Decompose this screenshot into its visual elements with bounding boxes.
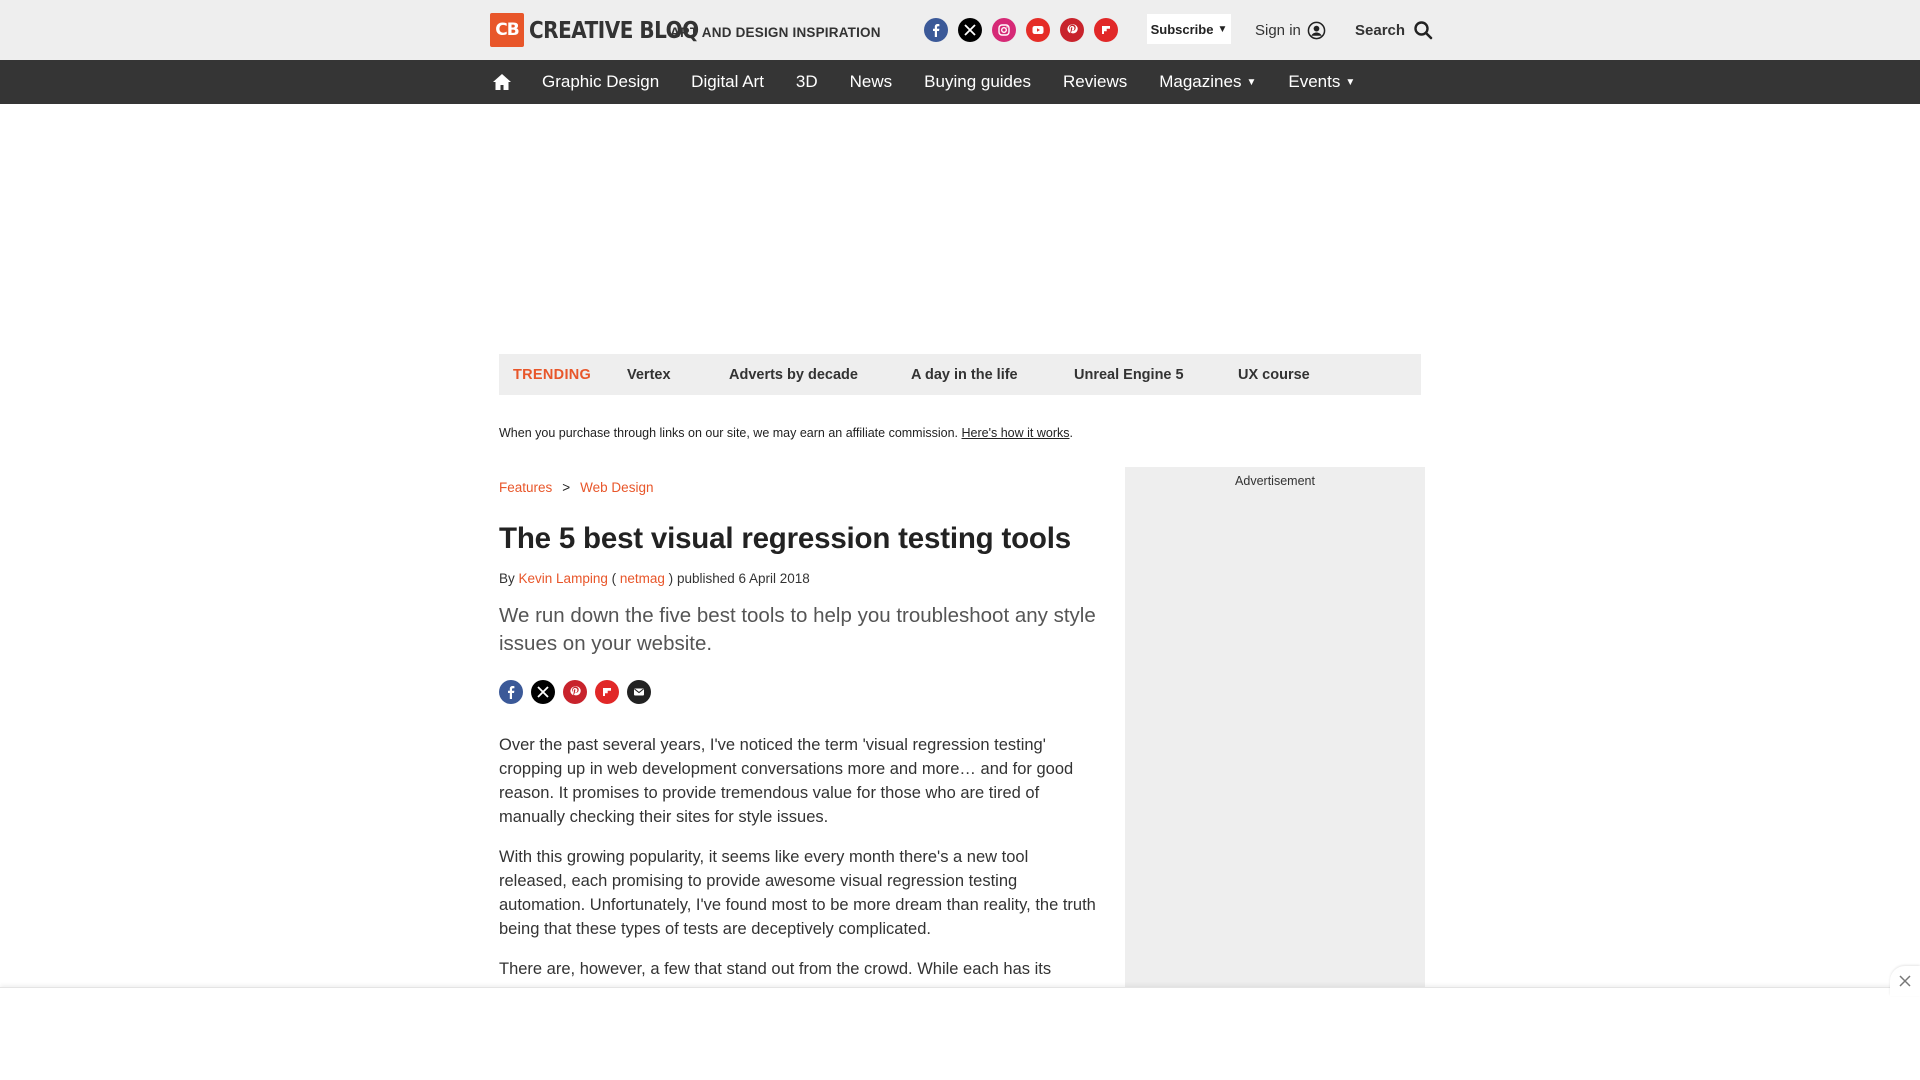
sticky-ad-bar <box>0 966 1920 1080</box>
publish-date: published 6 April 2018 <box>676 571 810 586</box>
nav-item-label: Digital Art <box>691 72 764 91</box>
byline-paren-close: ) <box>668 571 674 586</box>
x-icon[interactable] <box>958 18 982 42</box>
article-strapline: We run down the five best tools to help … <box>499 604 1096 655</box>
youtube-icon[interactable] <box>1026 18 1050 42</box>
trending-item[interactable]: UX course <box>1238 367 1310 383</box>
nav-item-magazines[interactable]: Magazines ▼ <box>1159 72 1256 92</box>
trending-item[interactable]: Unreal Engine 5 <box>1074 367 1184 383</box>
trending-label: TRENDING <box>513 366 592 383</box>
caret-down-icon: ▼ <box>1246 76 1257 88</box>
nav-item-label: Reviews <box>1062 72 1128 91</box>
pinterest-icon[interactable] <box>1060 18 1084 42</box>
nav-item-graphic-design[interactable]: Graphic Design <box>542 72 659 92</box>
caret-down-icon: ▼ <box>1345 76 1356 88</box>
sidebar-advertisement: Advertisement <box>1125 467 1425 987</box>
share-pinterest-icon[interactable] <box>563 680 587 704</box>
nav-item-label: Graphic Design <box>542 72 660 91</box>
article-paragraph: Over the past several years, I've notice… <box>499 736 1074 826</box>
subscribe-button[interactable]: Subscribe ▼ <box>1147 14 1231 44</box>
main-nav: Graphic Design Digital Art 3D News Buyin… <box>0 60 1920 104</box>
nav-item-reviews[interactable]: Reviews <box>1063 72 1127 92</box>
nav-item-label: Events <box>1288 72 1341 91</box>
share-flipboard-icon[interactable] <box>595 680 619 704</box>
article-byline: By Kevin Lamping ( netmag ) published 6 … <box>499 571 810 586</box>
share-x-icon[interactable] <box>531 680 555 704</box>
affiliate-suffix: . <box>1069 426 1073 440</box>
site-logo[interactable]: CB CREATIVE BLOQ <box>490 12 699 48</box>
breadcrumb-separator: > <box>562 480 571 495</box>
caret-down-icon: ▼ <box>1217 23 1228 35</box>
instagram-icon[interactable] <box>992 18 1016 42</box>
close-icon[interactable] <box>1890 966 1920 996</box>
flipboard-icon[interactable] <box>1094 18 1118 42</box>
advertisement-label: Advertisement <box>1235 474 1315 488</box>
nav-item-label: News <box>849 72 893 91</box>
byline-by: By <box>499 571 515 586</box>
share-facebook-icon[interactable] <box>499 680 523 704</box>
trending-item[interactable]: Vertex <box>627 367 671 383</box>
nav-item-label: Magazines <box>1159 72 1242 91</box>
nav-item-3d[interactable]: 3D <box>796 72 818 92</box>
nav-item-label: Buying guides <box>924 72 1031 91</box>
breadcrumb: Features > Web Design <box>499 480 653 495</box>
nav-item-label: 3D <box>795 72 818 91</box>
subscribe-label: Subscribe <box>1150 21 1214 37</box>
logo-mark: CB <box>490 13 524 47</box>
user-icon <box>1307 21 1326 39</box>
search-label: Search <box>1355 21 1406 39</box>
share-email-icon[interactable] <box>627 680 651 704</box>
article-paragraph: There are, however, a few that stand out… <box>499 960 1052 978</box>
site-tagline: ART AND DESIGN INSPIRATION <box>670 25 881 40</box>
nav-item-events[interactable]: Events ▼ <box>1288 72 1355 92</box>
trending-item[interactable]: Adverts by decade <box>729 367 858 383</box>
facebook-icon[interactable] <box>924 18 948 42</box>
search-icon <box>1414 21 1433 40</box>
site-header: CB CREATIVE BLOQ ART AND DESIGN INSPIRAT… <box>0 0 1920 60</box>
share-buttons <box>499 680 651 704</box>
nav-item-buying-guides[interactable]: Buying guides <box>924 72 1031 92</box>
author-link[interactable]: Kevin Lamping <box>519 571 608 586</box>
article-title: The 5 best visual regression testing too… <box>499 522 1071 555</box>
publication-link[interactable]: netmag <box>620 571 665 586</box>
breadcrumb-item-features[interactable]: Features <box>499 480 552 495</box>
trending-item[interactable]: A day in the life <box>911 367 1018 383</box>
breadcrumb-item-web-design[interactable]: Web Design <box>580 480 653 495</box>
nav-item-digital-art[interactable]: Digital Art <box>691 72 764 92</box>
trending-bar: TRENDING Vertex Adverts by decade A day … <box>499 354 1421 395</box>
search-button[interactable]: Search <box>1355 18 1433 42</box>
sign-in-button[interactable]: Sign in <box>1255 18 1326 42</box>
article-paragraph: With this growing popularity, it seems l… <box>499 848 1096 938</box>
home-icon[interactable] <box>490 70 514 94</box>
sign-in-label: Sign in <box>1255 21 1301 39</box>
affiliate-disclaimer: When you purchase through links on our s… <box>499 426 1073 440</box>
affiliate-link[interactable]: Here's how it works <box>962 426 1070 440</box>
social-links <box>924 18 1118 42</box>
nav-item-news[interactable]: News <box>850 72 893 92</box>
article-body: Over the past several years, I've notice… <box>499 733 1099 997</box>
byline-paren-open: ( <box>611 571 617 586</box>
affiliate-text: When you purchase through links on our s… <box>499 426 959 440</box>
